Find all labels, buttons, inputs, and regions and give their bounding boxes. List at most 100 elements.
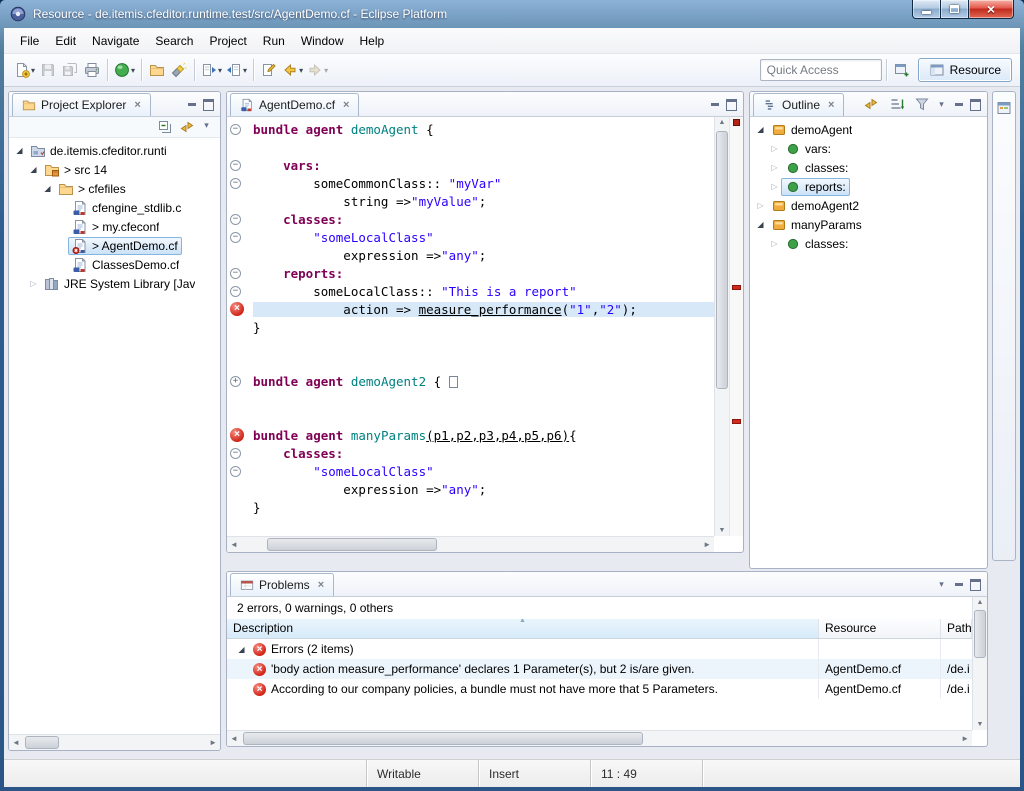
save-all-button[interactable]	[59, 58, 81, 82]
code-line[interactable]	[227, 354, 714, 372]
code-line[interactable]: − "someLocalClass"	[227, 462, 714, 480]
close-tab-icon[interactable]: ×	[318, 579, 324, 591]
twistie-expanded-icon[interactable]: ◢	[235, 645, 248, 654]
minimize-view-button[interactable]	[183, 97, 200, 112]
horizontal-scrollbar[interactable]: ◄ ►	[9, 734, 220, 750]
editor-tab-agentdemo[interactable]: AgentDemo.cf ×	[230, 93, 359, 116]
minimize-window-button[interactable]	[912, 0, 941, 19]
code-line[interactable]: − classes:	[227, 210, 714, 228]
vertical-scrollbar[interactable]: ▲ ▼	[972, 597, 987, 730]
outline-item[interactable]: ▷classes:	[750, 234, 987, 253]
twistie-collapsed-icon[interactable]: ▷	[768, 239, 781, 248]
project-explorer-item[interactable]: ◢> cfefiles	[9, 179, 220, 198]
project-explorer-tab[interactable]: Project Explorer ×	[12, 93, 151, 116]
problems-group-row[interactable]: ◢×Errors (2 items)	[227, 639, 972, 659]
code-line[interactable]: − someCommonClass:: "myVar"	[227, 174, 714, 192]
maximize-window-button[interactable]	[941, 0, 969, 19]
code-line[interactable]: − classes:	[227, 444, 714, 462]
print-button[interactable]	[81, 58, 103, 82]
code-line[interactable]: − vars:	[227, 156, 714, 174]
code-line[interactable]	[227, 408, 714, 426]
project-explorer-item[interactable]: ▷JRE System Library [Jav	[9, 274, 220, 293]
code-line[interactable]: +bundle agent demoAgent2 {	[227, 372, 714, 390]
sort-button[interactable]	[886, 94, 908, 114]
code-line[interactable]: − "someLocalClass"	[227, 228, 714, 246]
code-line[interactable]: string =>"myValue";	[227, 192, 714, 210]
view-menu-button[interactable]: ▾	[933, 577, 950, 592]
twistie-collapsed-icon[interactable]: ▷	[768, 182, 781, 191]
dropdown-arrow-icon[interactable]: ▾	[299, 66, 303, 75]
problems-tab[interactable]: Problems ×	[230, 573, 334, 596]
menu-project[interactable]: Project	[201, 31, 254, 51]
fold-expanded-icon[interactable]: −	[230, 268, 241, 279]
error-overview-mark[interactable]	[732, 285, 741, 290]
back-button[interactable]: ▾	[280, 58, 305, 82]
fold-expanded-icon[interactable]: −	[230, 286, 241, 297]
code-line[interactable]	[227, 336, 714, 354]
twistie-expanded-icon[interactable]: ◢	[27, 165, 40, 174]
link-with-editor-button[interactable]	[860, 94, 882, 114]
dropdown-arrow-icon[interactable]: ▾	[131, 66, 135, 75]
minimize-view-button[interactable]	[950, 97, 967, 112]
open-file-button[interactable]	[146, 58, 168, 82]
minimize-view-button[interactable]	[706, 97, 723, 112]
menu-run[interactable]: Run	[255, 31, 293, 51]
link-with-editor-button[interactable]	[176, 118, 198, 137]
outline-item[interactable]: ▷demoAgent2	[750, 196, 987, 215]
title-bar[interactable]: Resource - de.itemis.cfeditor.runtime.te…	[0, 0, 1024, 28]
column-header-description[interactable]: ▲Description	[227, 619, 819, 638]
maximize-view-button[interactable]	[723, 97, 740, 112]
problems-row[interactable]: ×According to our company policies, a bu…	[227, 679, 972, 699]
twistie-collapsed-icon[interactable]: ▷	[27, 279, 40, 288]
twistie-expanded-icon[interactable]: ◢	[41, 184, 54, 193]
vertical-scrollbar[interactable]: ▲ ▼	[714, 117, 729, 536]
outline-item[interactable]: ▷reports:	[750, 177, 987, 196]
folded-region-icon[interactable]	[449, 376, 458, 388]
error-marker-icon[interactable]: ×	[230, 428, 244, 442]
code-line[interactable]: − someLocalClass:: "This is a report"	[227, 282, 714, 300]
close-window-button[interactable]: ×	[969, 0, 1014, 19]
view-menu-button[interactable]: ▾	[198, 118, 215, 133]
view-menu-button[interactable]: ▾	[933, 97, 950, 112]
menu-file[interactable]: File	[12, 31, 47, 51]
collapse-all-button[interactable]	[154, 118, 176, 137]
fold-expanded-icon[interactable]: −	[230, 124, 241, 135]
error-overview-mark[interactable]	[732, 419, 741, 424]
menu-help[interactable]: Help	[352, 31, 393, 51]
menu-window[interactable]: Window	[293, 31, 352, 51]
dropdown-arrow-icon[interactable]: ▾	[324, 66, 328, 75]
fold-collapsed-icon[interactable]: +	[230, 376, 241, 387]
project-explorer-item[interactable]: ClassesDemo.cf	[9, 255, 220, 274]
project-explorer-item[interactable]: > my.cfeconf	[9, 217, 220, 236]
forward-button[interactable]: ▾	[305, 58, 330, 82]
close-tab-icon[interactable]: ×	[343, 99, 349, 111]
column-header-path[interactable]: Path	[941, 619, 972, 638]
menu-navigate[interactable]: Navigate	[84, 31, 147, 51]
fold-expanded-icon[interactable]: −	[230, 232, 241, 243]
twistie-expanded-icon[interactable]: ◢	[754, 220, 767, 229]
twistie-expanded-icon[interactable]: ◢	[754, 125, 767, 134]
outline-item[interactable]: ▷classes:	[750, 158, 987, 177]
menu-search[interactable]: Search	[147, 31, 201, 51]
last-edit-location-button[interactable]	[258, 58, 280, 82]
code-line[interactable]: −bundle agent demoAgent {	[227, 120, 714, 138]
code-line[interactable]: }	[227, 498, 714, 516]
code-area[interactable]: −bundle agent demoAgent { − vars:− someCo…	[227, 117, 714, 536]
twistie-collapsed-icon[interactable]: ▷	[754, 201, 767, 210]
project-explorer-item[interactable]: ◢de.itemis.cfeditor.runti	[9, 141, 220, 160]
menu-edit[interactable]: Edit	[47, 31, 84, 51]
resource-perspective-button[interactable]: Resource	[918, 58, 1012, 82]
fold-expanded-icon[interactable]: −	[230, 466, 241, 477]
minimize-view-button[interactable]	[950, 577, 967, 592]
quick-access-input[interactable]	[760, 59, 882, 81]
code-line[interactable]	[227, 138, 714, 156]
restore-view-button[interactable]	[993, 96, 1015, 120]
column-header-resource[interactable]: Resource	[819, 619, 941, 638]
open-perspective-button[interactable]	[891, 58, 913, 82]
outline-item[interactable]: ◢demoAgent	[750, 120, 987, 139]
project-explorer-item[interactable]: ◢> src 14	[9, 160, 220, 179]
twistie-collapsed-icon[interactable]: ▷	[768, 163, 781, 172]
fold-expanded-icon[interactable]: −	[230, 448, 241, 459]
code-line[interactable]: ×bundle agent manyParams(p1,p2,p3,p4,p5,…	[227, 426, 714, 444]
code-line[interactable]: × action => measure_performance("1","2")…	[227, 300, 714, 318]
